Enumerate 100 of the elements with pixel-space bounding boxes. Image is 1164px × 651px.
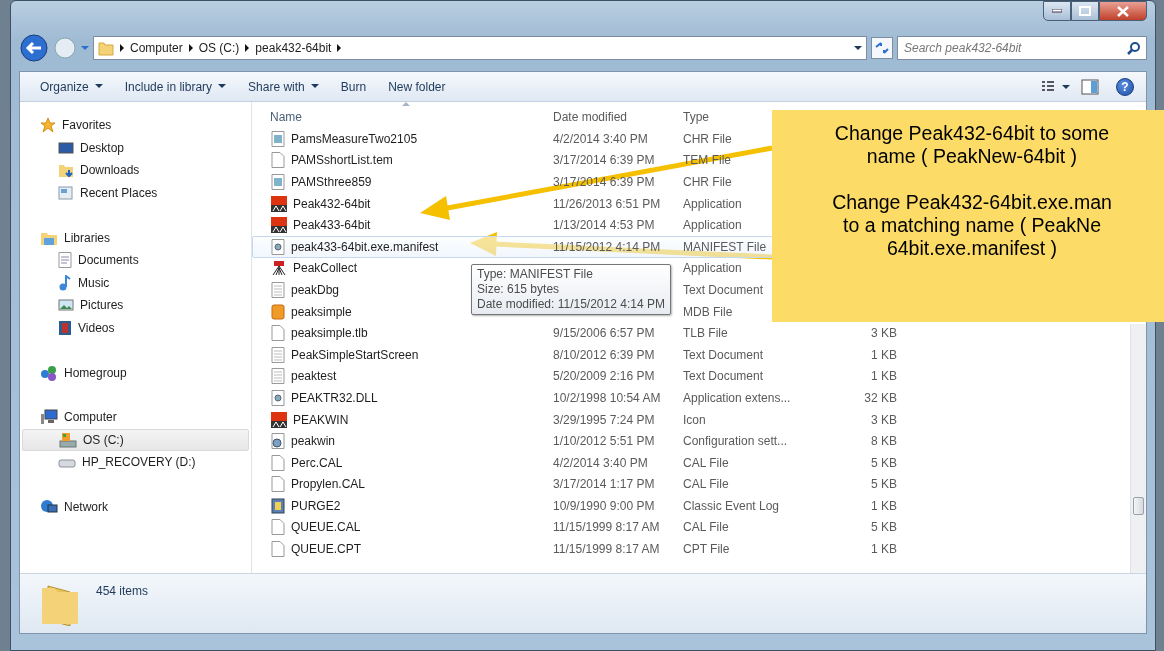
maximize-button[interactable]	[1071, 1, 1099, 21]
sidebar-item[interactable]: Videos	[22, 316, 249, 340]
breadcrumb[interactable]: peak432-64bit	[255, 39, 332, 57]
file-size: 1 KB	[871, 369, 897, 384]
toolbar-button[interactable]: New folder	[380, 74, 454, 99]
chevron-icon	[188, 44, 193, 52]
chevron-icon	[245, 44, 250, 52]
sidebar-item[interactable]: Pictures	[22, 294, 249, 317]
sidebar-item[interactable]: HP_RECOVERY (D:)	[22, 451, 249, 474]
star-icon	[40, 117, 56, 134]
breadcrumb[interactable]: Computer	[130, 39, 183, 57]
toolbar-button[interactable]: Burn	[332, 74, 375, 99]
close-button[interactable]	[1099, 1, 1147, 21]
search-field[interactable]: Search peak432-64bit	[897, 36, 1147, 60]
file-name: peaksimple.tlb	[291, 325, 368, 343]
date-modified: 5/20/2009 2:16 PM	[553, 369, 655, 384]
file-type: Application	[683, 196, 742, 211]
file-type: CPT File	[683, 542, 730, 557]
maximize-icon	[1079, 6, 1091, 16]
view-options-icon[interactable]	[1042, 79, 1072, 94]
document-icon	[58, 252, 72, 269]
sidebar-item[interactable]: Homegroup	[20, 361, 251, 384]
blank-file-icon	[271, 541, 285, 558]
file-name: peaksimple	[291, 303, 352, 321]
address-bar[interactable]: Computer OS (C:) peak432-64bit	[93, 36, 867, 60]
scrollbar-thumb[interactable]	[1133, 497, 1144, 515]
caret-icon[interactable]	[854, 45, 862, 51]
folder-icon	[98, 40, 114, 56]
file-name: PEAKTR32.DLL	[291, 389, 378, 407]
column-header[interactable]: Name	[252, 108, 553, 126]
date-modified: 3/17/2014 6:39 PM	[553, 175, 655, 189]
sidebar-item[interactable]: Favorites	[20, 114, 251, 137]
file-type: TLB File	[683, 326, 728, 341]
file-type: CHR File	[683, 175, 732, 189]
date-modified: 1/13/2014 4:53 PM	[553, 218, 655, 233]
gear-file-icon	[271, 389, 285, 406]
date-modified: 11/15/1999 8:17 AM	[553, 520, 660, 535]
date-modified: 9/15/2006 6:57 PM	[553, 326, 655, 341]
sidebar-item[interactable]: Recent Places	[22, 181, 249, 205]
file-type: MANIFEST File	[683, 239, 767, 254]
file-name: PeakSimpleStartScreen	[291, 346, 419, 364]
file-type: Application extens...	[683, 390, 791, 405]
file-name: PURGE2	[291, 497, 341, 515]
file-type: Application	[683, 261, 742, 276]
date-modified: 3/17/2014 1:17 PM	[553, 477, 655, 492]
file-size: 1 KB	[871, 347, 897, 362]
breadcrumb[interactable]: OS (C:)	[198, 39, 240, 57]
minimize-icon	[1052, 9, 1062, 13]
blank-file-icon	[271, 519, 285, 536]
sidebar-item[interactable]: Computer	[20, 405, 251, 429]
back-button[interactable]	[19, 33, 49, 63]
callout-text: Change Peak432-64bit to some name ( PeakNew-64bit )	[833, 122, 1111, 168]
file-type: CAL File	[683, 455, 729, 470]
homegroup-icon	[40, 364, 58, 381]
file-type: MDB File	[683, 304, 733, 319]
toolbar-button[interactable]: Organize	[32, 74, 111, 99]
blank-file-icon	[271, 476, 285, 493]
file-icon	[271, 174, 285, 190]
column-header[interactable]: Type	[683, 108, 743, 126]
date-modified: 11/15/1999 8:17 AM	[553, 542, 660, 557]
search-icon	[1127, 41, 1141, 55]
callout-text: Change Peak432-64bit.exe.man to a matching name ( PeakNe 64bit.exe.manifest )	[831, 191, 1113, 260]
preview-pane-icon[interactable]	[1078, 78, 1100, 95]
chevron-icon	[337, 44, 342, 52]
file-name: PAMSthree859	[291, 174, 372, 191]
sidebar-item[interactable]: Network	[20, 495, 251, 519]
desktop-icon	[58, 140, 74, 155]
help-button[interactable]: ?	[1116, 77, 1134, 96]
refresh-icon[interactable]	[871, 37, 893, 59]
application-icon	[271, 411, 287, 428]
file-type: Icon	[683, 412, 706, 427]
file-type: CAL File	[683, 477, 729, 492]
file-name: Peak432-64bit	[293, 195, 371, 213]
caret-icon	[310, 84, 319, 89]
file-type: Classic Event Log	[683, 498, 780, 513]
date-modified: 1/10/2012 5:51 PM	[553, 434, 655, 449]
file-type: Text Document	[683, 282, 764, 297]
file-type: Text Document	[683, 369, 764, 384]
minimize-button[interactable]	[1043, 1, 1071, 21]
column-header[interactable]: Date modified	[553, 108, 683, 126]
sidebar-item[interactable]: Desktop	[22, 136, 249, 160]
download-folder-icon	[58, 162, 74, 179]
sidebar-item[interactable]: OS (C:)	[22, 428, 249, 452]
toolbar-button[interactable]: Include in library	[116, 74, 235, 99]
item-count: 454 items	[96, 583, 149, 600]
scrollbar[interactable]	[1130, 324, 1146, 573]
file-name: Peak433-64bit	[293, 217, 371, 235]
toolbar-button[interactable]: Share with	[240, 74, 327, 99]
file-name: peakDbg	[291, 281, 340, 299]
settings-file-icon	[271, 433, 285, 450]
sidebar-item[interactable]: Libraries	[20, 226, 251, 249]
sidebar-item[interactable]: Downloads	[22, 159, 249, 182]
computer-icon	[40, 409, 58, 426]
sidebar-item[interactable]: Music	[22, 271, 249, 295]
antenna-icon	[271, 260, 287, 277]
film-icon	[58, 320, 72, 337]
file-type: CAL File	[683, 520, 729, 535]
sidebar-item[interactable]: Documents	[22, 248, 249, 272]
caret-icon	[94, 84, 103, 89]
date-modified: 3/17/2014 6:39 PM	[553, 153, 655, 168]
